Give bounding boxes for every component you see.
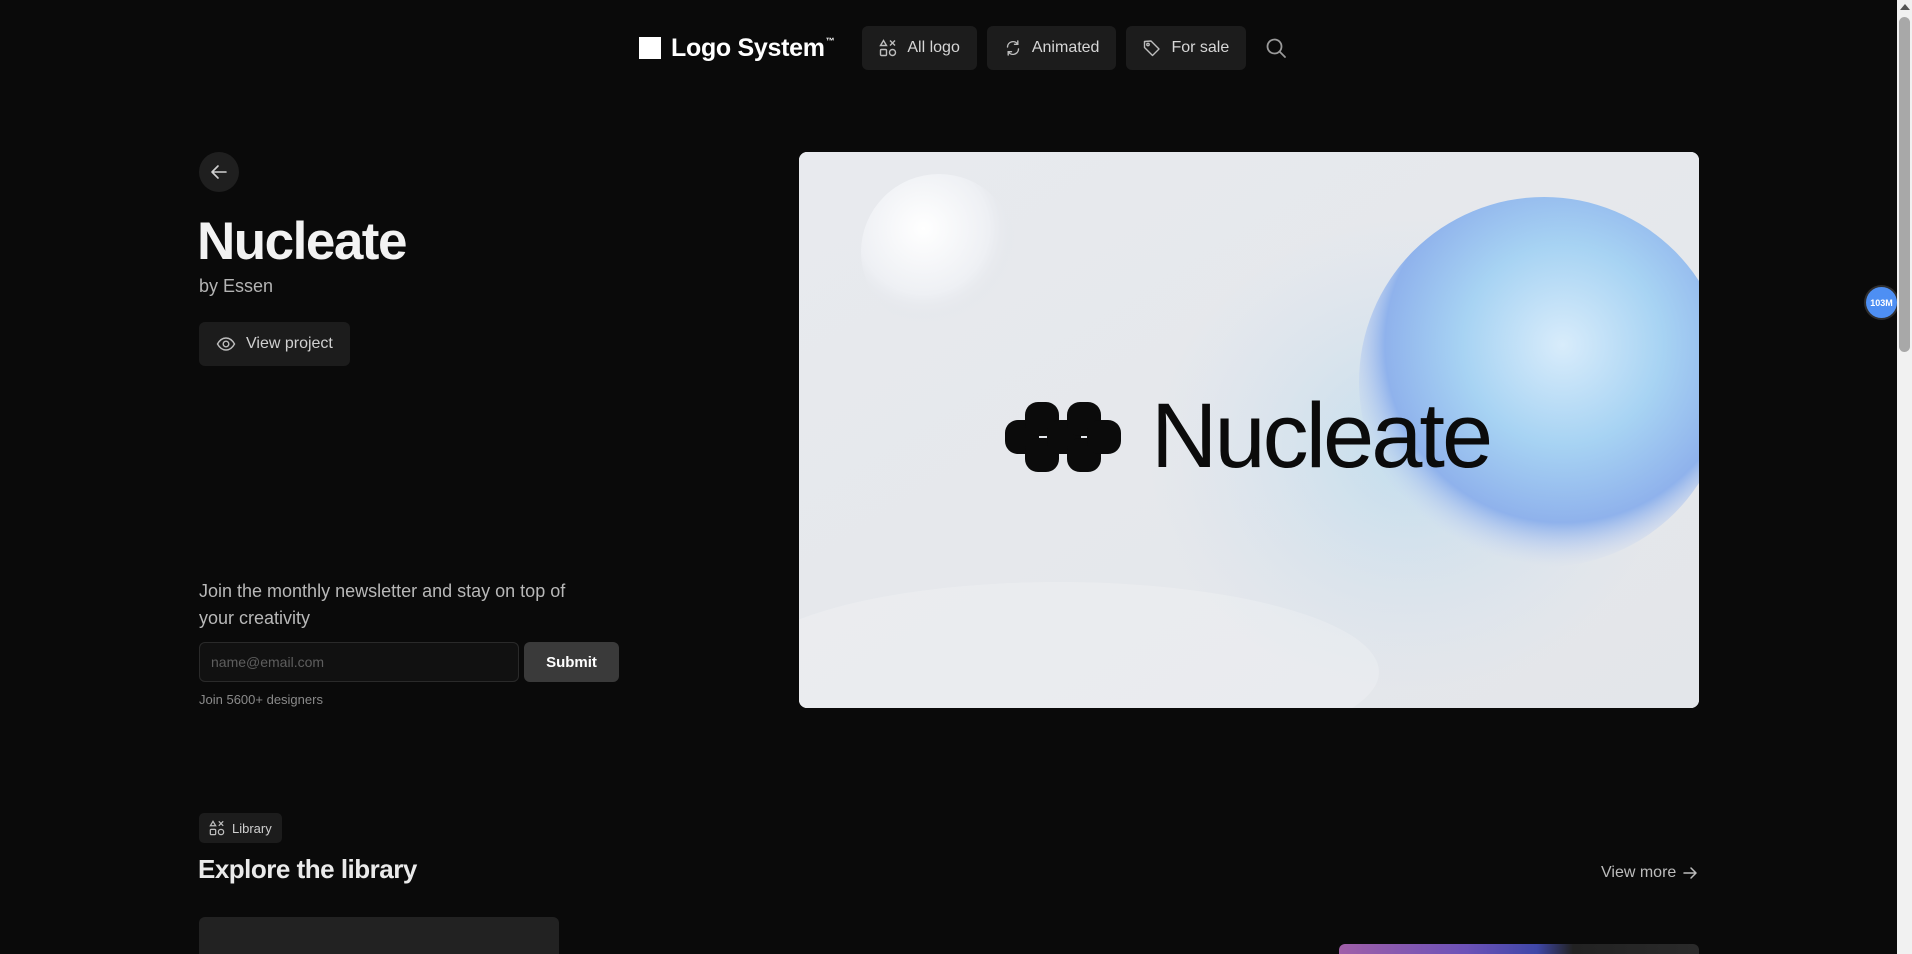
scrollbar-thumb[interactable] [1899, 17, 1910, 352]
page: Logo System™ All logo Animated For sale … [0, 0, 1912, 954]
view-more-label: View more [1601, 864, 1677, 881]
top-nav: Logo System™ All logo Animated For sale [639, 26, 1290, 70]
project-author: by Essen [199, 276, 274, 296]
nav-all-logo[interactable]: All logo [862, 26, 977, 70]
scroll-up-arrow-icon[interactable] [1900, 4, 1910, 10]
grid-shapes-icon [879, 39, 897, 57]
nav-all-logo-label: All logo [907, 39, 960, 56]
view-project-button[interactable]: View project [199, 322, 350, 366]
arrow-right-icon [1683, 867, 1698, 879]
email-input[interactable] [199, 642, 519, 682]
hero-wordmark: Nucleate [1151, 385, 1493, 487]
nav-animated-label: Animated [1031, 39, 1100, 56]
newsletter-text: Join the monthly newsletter and stay on … [199, 581, 566, 628]
brand-square-icon [639, 37, 661, 59]
floating-badge[interactable]: 103M [1866, 287, 1897, 318]
arrow-left-icon [211, 165, 227, 179]
project-title: Nucleate [197, 212, 407, 271]
library-tag: Library [199, 813, 282, 843]
library-card[interactable] [1339, 944, 1699, 954]
scrollbar[interactable] [1897, 0, 1912, 954]
project-hero-image: Nucleate [799, 152, 1699, 708]
nucleate-symbol-icon [1005, 401, 1121, 472]
back-button[interactable] [199, 152, 239, 192]
library-card[interactable] [199, 917, 559, 954]
nav-animated[interactable]: Animated [986, 26, 1117, 70]
tag-icon [1144, 40, 1161, 57]
search-button[interactable] [1262, 34, 1290, 62]
hero-logo: Nucleate [1005, 384, 1493, 489]
view-more-link[interactable]: View more [1601, 864, 1698, 882]
nav-for-sale-label: For sale [1171, 39, 1230, 56]
brand-name: Logo System™ [671, 33, 835, 62]
eye-icon [216, 337, 236, 351]
submit-button[interactable]: Submit [524, 642, 619, 682]
refresh-icon [1006, 40, 1020, 56]
nav-for-sale[interactable]: For sale [1126, 26, 1247, 70]
newsletter-note: Join 5600+ designers [199, 692, 323, 707]
view-project-label: View project [246, 335, 333, 352]
brand-logo-link[interactable]: Logo System™ [639, 33, 835, 63]
library-tag-label: Library [232, 820, 272, 836]
search-icon [1266, 38, 1287, 58]
grid-shapes-icon [209, 820, 225, 836]
library-title: Explore the library [198, 854, 417, 884]
